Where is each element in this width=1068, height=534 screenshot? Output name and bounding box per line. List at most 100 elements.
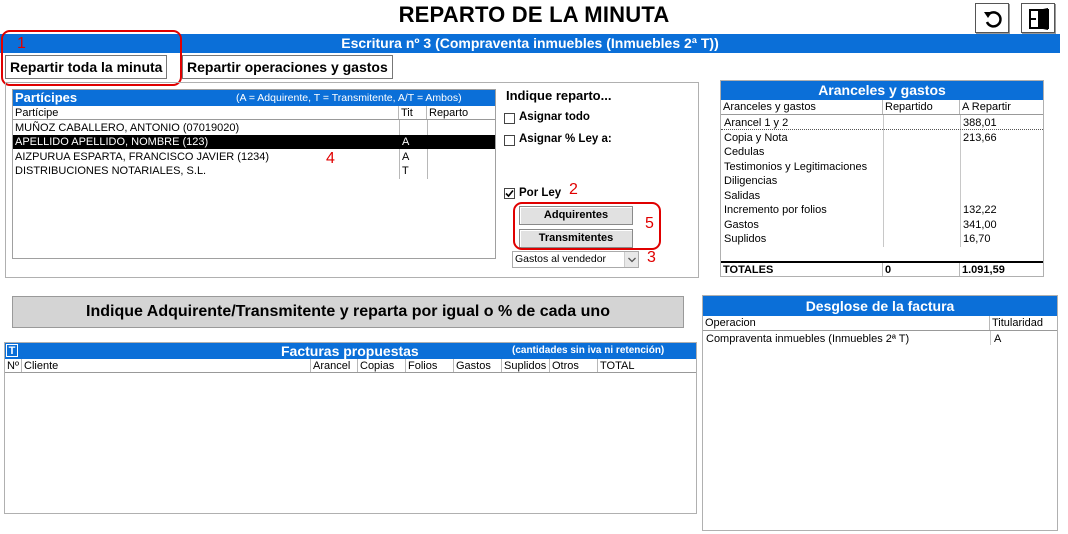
participe-name: APELLIDO APELLIDO, NOMBRE (123) bbox=[15, 136, 209, 148]
participe-row-selected[interactable]: APELLIDO APELLIDO, NOMBRE (123) A bbox=[13, 135, 495, 149]
facturas-title: Facturas propuestas bbox=[281, 343, 419, 359]
participes-table: Partícipes (A = Adquirente, T = Transmit… bbox=[12, 89, 496, 259]
exit-button[interactable] bbox=[1021, 3, 1055, 33]
arancel-row[interactable]: Arancel 1 y 2 388,01 bbox=[721, 116, 1041, 131]
participe-name: AIZPURUA ESPARTA, FRANCISCO JAVIER (1234… bbox=[15, 151, 270, 163]
arancel-name: Copia y Nota bbox=[724, 131, 788, 144]
chevron-down-icon bbox=[628, 257, 636, 263]
highlight-5 bbox=[513, 202, 661, 250]
arancel-name: Diligencias bbox=[724, 175, 778, 187]
annotation-5: 5 bbox=[645, 215, 654, 232]
desglose-operacion: Compraventa inmuebles (Inmuebles 2ª T) bbox=[706, 333, 910, 345]
annotation-3: 3 bbox=[647, 249, 656, 266]
participes-header: Partícipes (A = Adquirente, T = Transmit… bbox=[13, 90, 495, 106]
checkbox-box[interactable] bbox=[504, 135, 515, 146]
checkbox-box[interactable] bbox=[504, 113, 515, 124]
col-folios: Folios bbox=[406, 359, 454, 372]
desglose-title: Desglose de la factura bbox=[703, 296, 1057, 316]
page-title: REPARTO DE LA MINUTA bbox=[398, 2, 670, 27]
participe-tit: A bbox=[402, 136, 410, 148]
arancel-value: 341,00 bbox=[963, 218, 997, 231]
exit-door-icon bbox=[1029, 8, 1049, 30]
participes-columns: Partícipe Tit Reparto bbox=[13, 106, 495, 120]
col-titularidad: Titularidad bbox=[992, 317, 1043, 329]
totales-row: TOTALES 0 1.091,59 bbox=[721, 261, 1043, 276]
desglose-titularidad: A bbox=[994, 333, 1002, 345]
desglose-row[interactable]: Compraventa inmuebles (Inmuebles 2ª T) A bbox=[703, 332, 1057, 346]
annotation-2: 2 bbox=[569, 181, 578, 198]
arancel-row[interactable]: Diligencias bbox=[721, 174, 1041, 189]
participe-row[interactable]: AIZPURUA ESPARTA, FRANCISCO JAVIER (1234… bbox=[13, 150, 495, 164]
col-tit: Tit bbox=[399, 106, 427, 119]
arancel-row[interactable]: Copia y Nota 213,66 bbox=[721, 131, 1041, 146]
participe-row[interactable]: DISTRIBUCIONES NOTARIALES, S.L. T bbox=[13, 164, 495, 178]
asignar-ley-label: Asignar % Ley a: bbox=[519, 133, 612, 145]
col-copias: Copias bbox=[358, 359, 406, 372]
checkbox-checked[interactable] bbox=[504, 188, 515, 199]
undo-icon bbox=[984, 11, 1002, 28]
col-arancel: Arancel bbox=[311, 359, 358, 372]
participe-row[interactable]: MUÑOZ CABALLERO, ANTONIO (07019020) bbox=[13, 121, 495, 135]
arancel-name: Arancel 1 y 2 bbox=[724, 117, 789, 129]
arancel-row[interactable]: Suplidos 16,70 bbox=[721, 232, 1041, 247]
col-numero: Nº bbox=[5, 359, 22, 372]
facturas-columns: Nº Cliente Arancel Copias Folios Gastos … bbox=[5, 359, 696, 373]
totales-repartido: 0 bbox=[883, 263, 960, 276]
tab-repartir-operaciones[interactable]: Repartir operaciones y gastos bbox=[182, 55, 393, 79]
annotation-4: 4 bbox=[326, 150, 335, 167]
undo-button[interactable] bbox=[975, 3, 1009, 33]
highlight-1 bbox=[1, 30, 182, 86]
aranceles-table: Aranceles y gastos Aranceles y gastos Re… bbox=[720, 80, 1044, 277]
col-a-repartir: A Repartir bbox=[962, 101, 1011, 113]
desglose-table: Desglose de la factura Operacion Titular… bbox=[702, 295, 1058, 531]
col-reparto: Reparto bbox=[429, 107, 469, 119]
gastos-select[interactable]: Gastos al vendedor bbox=[512, 251, 639, 268]
col-otros: Otros bbox=[550, 359, 598, 372]
totales-label: TOTALES bbox=[721, 263, 883, 276]
col-total: TOTAL bbox=[600, 360, 635, 372]
arancel-row[interactable]: Testimonios y Legitimaciones bbox=[721, 160, 1041, 175]
arancel-name: Testimonios y Legitimaciones bbox=[724, 160, 868, 173]
aranceles-title: Aranceles y gastos bbox=[721, 81, 1043, 100]
col-suplidos: Suplidos bbox=[502, 359, 550, 372]
arancel-row[interactable]: Incremento por folios 132,22 bbox=[721, 203, 1041, 218]
arancel-name: Gastos bbox=[724, 218, 759, 231]
arancel-name: Suplidos bbox=[724, 233, 767, 245]
asignar-todo-label: Asignar todo bbox=[519, 111, 590, 123]
facturas-header: T Facturas propuestas (cantidades sin iv… bbox=[5, 343, 696, 359]
participe-name: MUÑOZ CABALLERO, ANTONIO (07019020) bbox=[15, 122, 240, 134]
col-cliente: Cliente bbox=[22, 359, 311, 372]
instruction-banner: Indique Adquirente/Transmitente y repart… bbox=[12, 296, 684, 328]
col-operacion: Operacion bbox=[703, 316, 990, 330]
arancel-name: Incremento por folios bbox=[724, 204, 827, 216]
por-ley-label: Por Ley bbox=[519, 187, 562, 199]
arancel-name: Cedulas bbox=[724, 146, 765, 158]
participe-tit: T bbox=[402, 165, 409, 177]
participes-legend: (A = Adquirente, T = Transmitente, A/T =… bbox=[236, 92, 462, 104]
arancel-row[interactable]: Cedulas bbox=[721, 145, 1041, 160]
arancel-name: Salidas bbox=[724, 189, 761, 202]
desglose-columns: Operacion Titularidad bbox=[703, 316, 1057, 331]
aranceles-columns: Aranceles y gastos Repartido A Repartir bbox=[721, 100, 1043, 115]
arancel-value: 388,01 bbox=[963, 117, 997, 129]
col-aranceles: Aranceles y gastos bbox=[721, 100, 883, 114]
arancel-value: 16,70 bbox=[963, 233, 991, 245]
arancel-row[interactable]: Salidas bbox=[721, 189, 1041, 204]
dropdown-arrow[interactable] bbox=[624, 252, 638, 267]
participe-tit: A bbox=[402, 151, 410, 163]
participes-title: Partícipes bbox=[15, 90, 78, 105]
arancel-row[interactable]: Gastos 341,00 bbox=[721, 218, 1041, 233]
col-gastos: Gastos bbox=[454, 359, 502, 372]
facturas-table: T Facturas propuestas (cantidades sin iv… bbox=[4, 342, 697, 514]
totales-a-repartir: 1.091,59 bbox=[962, 264, 1005, 276]
col-participe: Partícipe bbox=[13, 106, 399, 119]
arancel-value: 132,22 bbox=[963, 204, 997, 216]
facturas-note: (cantidades sin iva ni retención) bbox=[512, 345, 665, 356]
check-icon bbox=[505, 189, 514, 198]
participe-name: DISTRIBUCIONES NOTARIALES, S.L. bbox=[15, 165, 207, 177]
reparto-title: Indique reparto... bbox=[506, 88, 612, 103]
t-badge[interactable]: T bbox=[6, 344, 18, 357]
arancel-value: 213,66 bbox=[963, 131, 997, 144]
col-repartido: Repartido bbox=[883, 100, 960, 114]
gastos-select-value: Gastos al vendedor bbox=[515, 253, 607, 265]
